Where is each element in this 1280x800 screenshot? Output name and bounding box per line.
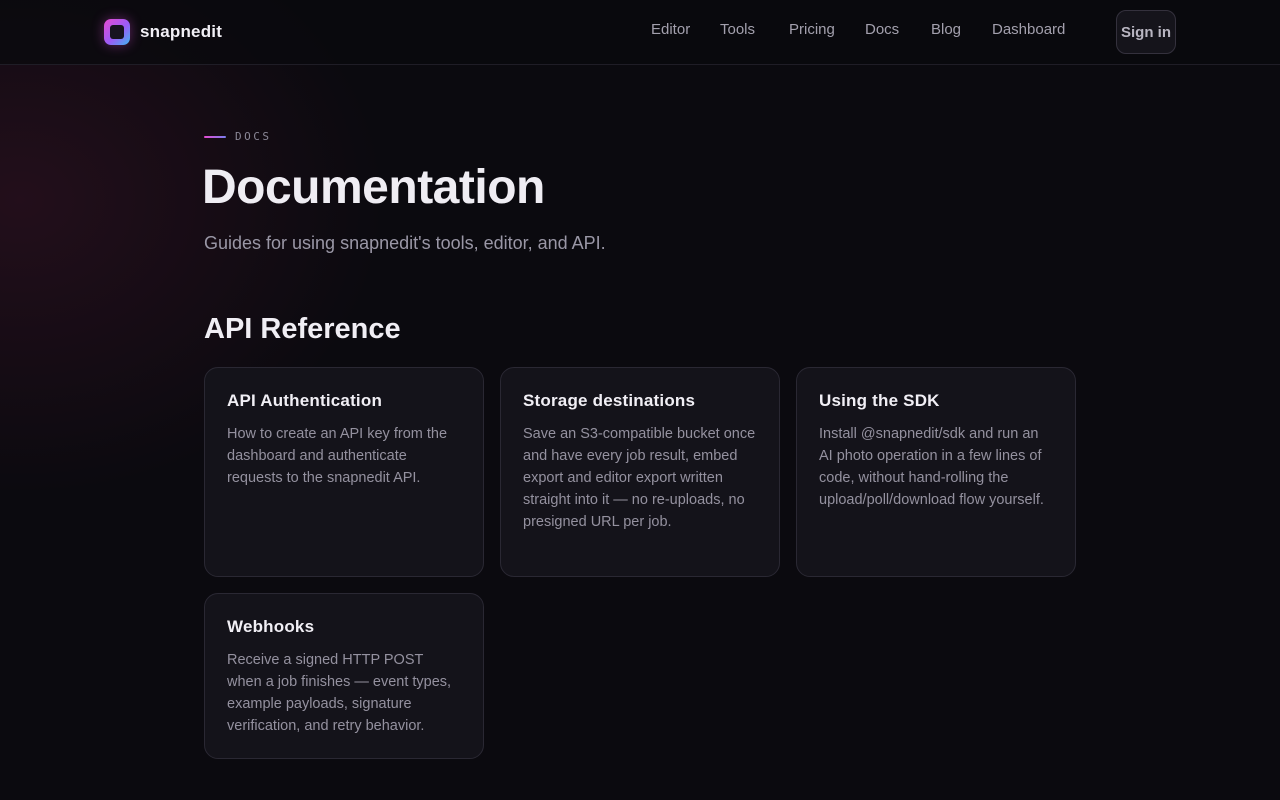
card-description: Receive a signed HTTP POST when a job fi… [227,652,452,734]
nav-link-editor[interactable]: Editor [651,21,690,38]
eyebrow-accent-line [204,135,226,138]
eyebrow: DOCS [204,130,272,143]
doc-card-webhooks[interactable]: Webhooks Receive a signed HTTP POST when… [204,593,484,759]
doc-card-using-the-sdk[interactable]: Using the SDK Install @snapnedit/sdk and… [796,367,1076,577]
card-description: Install @snapnedit/sdk and run an AI pho… [819,426,1044,508]
nav-link-docs[interactable]: Docs [865,21,899,38]
card-description: How to create an API key from the dashbo… [227,426,448,486]
main-nav: Editor Tools Pricing Docs Blog Dashboard [0,21,1280,43]
section-title: API Reference [204,313,401,345]
top-navigation-bar: snapnedit Editor Tools Pricing Docs Blog… [0,0,1280,65]
card-title: Webhooks [227,617,315,636]
nav-link-blog[interactable]: Blog [931,21,961,38]
sign-in-button[interactable]: Sign in [1116,10,1176,54]
card-description: Save an S3-compatible bucket once and ha… [523,426,756,530]
eyebrow-label: DOCS [235,130,272,143]
nav-link-dashboard[interactable]: Dashboard [992,21,1065,38]
doc-card-api-authentication[interactable]: API Authentication How to create an API … [204,367,484,577]
card-title: Storage destinations [523,391,696,410]
nav-link-pricing[interactable]: Pricing [789,21,835,38]
page-title: Documentation [202,161,545,214]
card-title: API Authentication [227,391,383,410]
nav-link-tools[interactable]: Tools [720,21,755,38]
card-title: Using the SDK [819,391,940,410]
page-subtitle: Guides for using snapnedit's tools, edit… [204,233,606,253]
doc-card-storage-destinations[interactable]: Storage destinations Save an S3-compatib… [500,367,780,577]
